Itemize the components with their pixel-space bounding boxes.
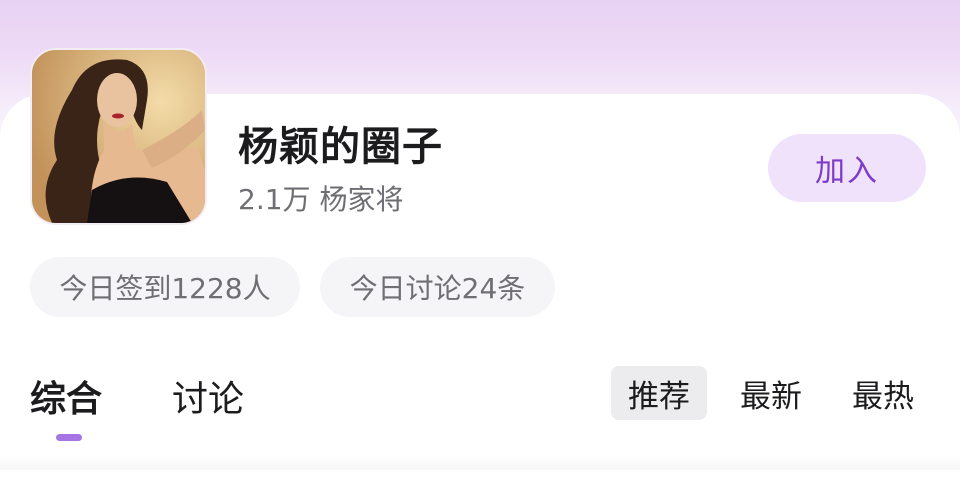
sort-newest-button[interactable]: 最新 xyxy=(724,366,818,420)
member-count: 2.1万 xyxy=(238,183,311,216)
circle-title: 杨颖的圈子 xyxy=(238,124,443,170)
avatar-portrait-image xyxy=(32,50,205,223)
member-title: 杨家将 xyxy=(319,183,404,216)
content-divider xyxy=(0,455,960,470)
join-button[interactable]: 加入 xyxy=(768,134,926,202)
active-tab-indicator xyxy=(56,434,82,441)
circle-member-info: 2.1万 杨家将 xyxy=(238,178,403,218)
tab-discussion[interactable]: 讨论 xyxy=(172,370,244,422)
sort-recommended-button[interactable]: 推荐 xyxy=(611,366,707,420)
sort-hottest-button[interactable]: 最热 xyxy=(836,366,930,420)
checkin-stat-badge: 今日签到1228人 xyxy=(30,257,300,317)
circle-avatar[interactable] xyxy=(30,48,207,225)
tab-overview[interactable]: 综合 xyxy=(30,370,102,422)
discussion-stat-badge: 今日讨论24条 xyxy=(320,257,555,317)
